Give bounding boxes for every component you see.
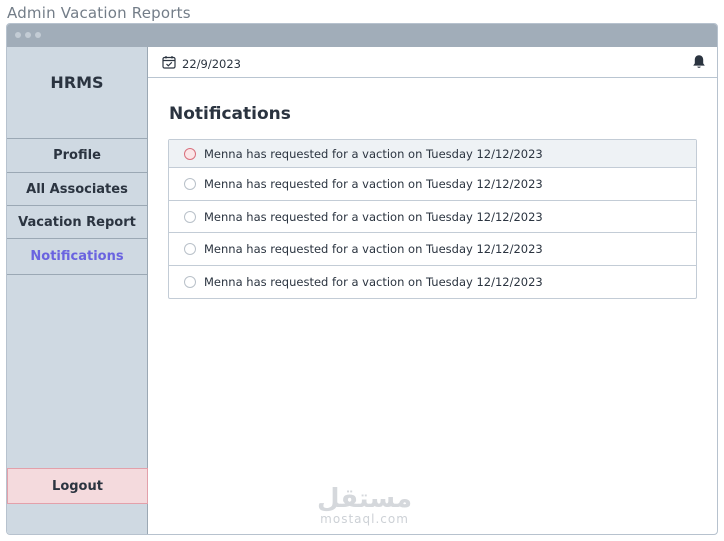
window-dot-maximize[interactable] [35, 32, 41, 38]
notification-text: Menna has requested for a vaction on Tue… [204, 146, 543, 161]
sidebar-item-vacation-report[interactable]: Vacation Report [7, 206, 147, 239]
sidebar: HRMS Profile All Associates Vacation Rep… [7, 47, 148, 534]
notification-item[interactable]: Menna has requested for a vaction on Tue… [169, 233, 696, 266]
page-title: Admin Vacation Reports [7, 4, 191, 22]
notification-text: Menna has requested for a vaction on Tue… [204, 177, 543, 191]
notification-item[interactable]: Menna has requested for a vaction on Tue… [169, 201, 696, 233]
notification-item[interactable]: Menna has requested for a vaction on Tue… [169, 140, 696, 168]
window-controls [15, 32, 41, 38]
read-indicator-icon [184, 178, 196, 190]
calendar-check-icon [162, 55, 176, 72]
watermark: مستقل mostaql.com [317, 486, 412, 526]
read-indicator-icon [184, 210, 196, 223]
current-date: 22/9/2023 [182, 56, 241, 71]
notification-item[interactable]: Menna has requested for a vaction on Tue… [169, 266, 696, 298]
notifications-heading: Notifications [169, 104, 291, 124]
top-bar: 22/9/2023 [148, 47, 717, 78]
window-titlebar [7, 24, 717, 47]
window-dot-close[interactable] [15, 32, 21, 38]
brand-logo: HRMS [7, 47, 147, 139]
read-indicator-icon [184, 276, 196, 288]
notification-list: Menna has requested for a vaction on Tue… [168, 139, 697, 299]
watermark-latin: mostaql.com [320, 512, 409, 526]
notification-text: Menna has requested for a vaction on Tue… [204, 275, 543, 289]
sidebar-item-all-associates[interactable]: All Associates [7, 173, 147, 206]
logout-button[interactable]: Logout [7, 468, 148, 504]
unread-indicator-icon [184, 147, 196, 160]
watermark-arabic: مستقل [317, 484, 413, 514]
window-dot-minimize[interactable] [25, 32, 31, 38]
read-indicator-icon [184, 243, 196, 255]
notification-text: Menna has requested for a vaction on Tue… [204, 209, 543, 224]
sidebar-item-profile[interactable]: Profile [7, 139, 147, 173]
date-display: 22/9/2023 [162, 55, 241, 72]
bell-icon[interactable] [692, 54, 706, 74]
notification-text: Menna has requested for a vaction on Tue… [204, 242, 543, 256]
app-window: HRMS Profile All Associates Vacation Rep… [6, 23, 718, 535]
sidebar-item-notifications[interactable]: Notifications [7, 239, 147, 275]
notification-item[interactable]: Menna has requested for a vaction on Tue… [169, 168, 696, 201]
